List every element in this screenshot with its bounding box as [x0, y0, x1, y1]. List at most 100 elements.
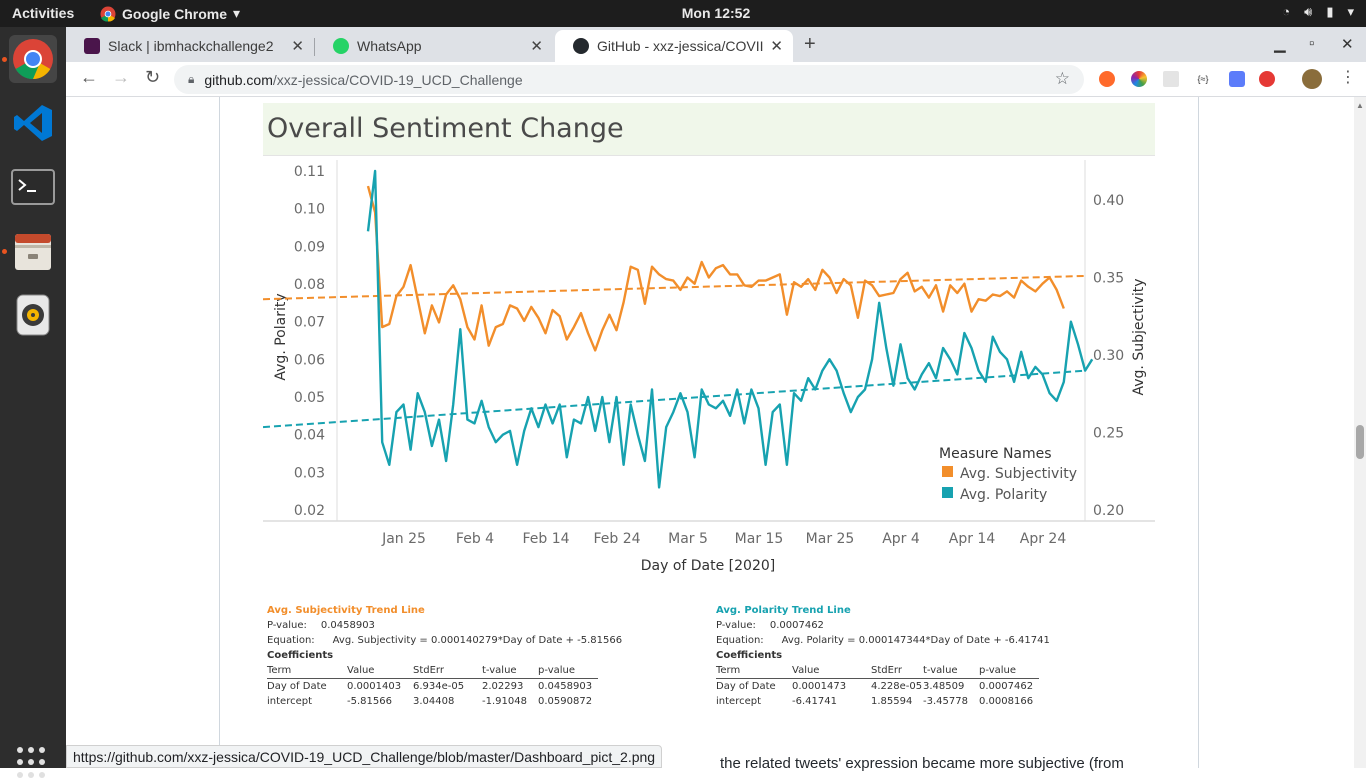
scrollbar-thumb[interactable] — [1356, 425, 1364, 459]
table-cell: 1.85594 — [871, 696, 913, 707]
series-lines — [366, 169, 1094, 489]
tab-slack[interactable]: Slack | ibmhackchallenge2 ✕ — [66, 30, 314, 62]
table-header-row: Term Value StdErr t-value p-value — [716, 663, 1039, 679]
x-tick-label: Mar 15 — [735, 531, 784, 547]
maximize-icon[interactable]: ▫ — [1309, 35, 1314, 52]
forward-arrow-icon[interactable]: → — [112, 67, 130, 88]
close-icon[interactable]: ✕ — [291, 37, 304, 55]
table-cell: -6.41741 — [792, 696, 837, 707]
legend-swatch-polarity — [942, 487, 953, 498]
table-cell: -1.91048 — [482, 696, 527, 707]
back-arrow-icon[interactable]: ← — [80, 67, 98, 88]
scrollbar[interactable]: ▲ — [1354, 97, 1366, 768]
dock-rhythmbox[interactable] — [9, 291, 57, 339]
subjectivity-trend-title: Avg. Subjectivity Trend Line — [267, 605, 425, 616]
wifi-icon: ◔ — [1282, 4, 1291, 19]
system-tray[interactable]: ◔ 🔊︎ ▮ ▾ — [1282, 4, 1354, 20]
equation-label: Equation: — [716, 635, 764, 646]
left-tick-label: 0.09 — [294, 239, 325, 255]
url-host: github.com — [204, 71, 273, 88]
table-row: Day of Date 0.0001403 6.934e-05 2.02293 … — [267, 679, 598, 695]
legend-item-polarity: Avg. Polarity — [960, 487, 1047, 503]
dashboard-title: Overall Sentiment Change — [263, 103, 1155, 155]
table-row: Day of Date 0.0001473 4.228e-05 3.48509 … — [716, 679, 1039, 695]
chrome-icon — [13, 39, 53, 79]
table-cell: 0.0001473 — [792, 681, 847, 692]
coefficients-label: Coefficients — [716, 650, 783, 661]
right-tick-label: 0.25 — [1093, 426, 1124, 442]
battery-icon: ▮ — [1326, 4, 1334, 19]
close-icon[interactable]: ✕ — [770, 37, 783, 55]
right-tick-label: 0.35 — [1093, 271, 1124, 287]
column-header: Value — [347, 663, 413, 679]
dock — [0, 27, 66, 778]
left-tick-label: 0.04 — [294, 428, 325, 444]
left-axis-label: Avg. Polarity — [273, 293, 289, 380]
dock-terminal[interactable] — [9, 163, 57, 211]
legend-item-subjectivity: Avg. Subjectivity — [960, 466, 1077, 482]
address-bar[interactable]: 🔒︎ github.com /xxz-jessica/COVID-19_UCD_… — [174, 65, 1084, 94]
eyedropper-extension-icon[interactable] — [1229, 71, 1245, 87]
table-cell: 3.48509 — [923, 681, 965, 692]
right-tick-label: 0.30 — [1093, 348, 1124, 364]
table-cell: 3.04408 — [413, 696, 455, 707]
bookmark-star-icon[interactable]: ☆ — [1055, 69, 1070, 89]
tab-github[interactable]: GitHub - xxz-jessica/COVII ✕ — [555, 30, 793, 62]
scroll-up-icon[interactable]: ▲ — [1356, 101, 1364, 110]
tab-whatsapp[interactable]: WhatsApp ✕ — [315, 30, 553, 62]
right-axis-ticks: 0.40 0.35 0.30 0.25 0.20 — [1093, 193, 1124, 519]
color-picker-extension-icon[interactable] — [1131, 71, 1147, 87]
lock-icon: 🔒︎ — [188, 72, 195, 86]
table-cell: -3.45778 — [923, 696, 968, 707]
x-tick-label: Jan 25 — [381, 531, 426, 547]
whatsapp-icon — [333, 38, 349, 54]
menu-dots-icon[interactable]: ⋮ — [1340, 67, 1356, 87]
left-tick-label: 0.03 — [294, 465, 325, 481]
terminal-icon — [11, 169, 55, 205]
left-tick-label: 0.07 — [294, 315, 325, 331]
avatar[interactable] — [1302, 69, 1322, 89]
table-cell: 0.0458903 — [538, 681, 593, 692]
files-icon — [15, 234, 51, 270]
pvalue: 0.0007462 — [769, 620, 824, 631]
extension-icon[interactable] — [1163, 71, 1179, 87]
json-extension-icon[interactable]: {≈} — [1195, 71, 1211, 87]
reload-icon[interactable]: ↻ — [145, 67, 160, 88]
legend-swatch-subjectivity — [942, 466, 953, 477]
x-tick-label: Apr 14 — [949, 531, 996, 547]
tab-title: Slack | ibmhackchallenge2 — [108, 38, 274, 54]
x-tick-label: Feb 14 — [522, 531, 569, 547]
x-tick-label: Apr 24 — [1020, 531, 1067, 547]
pvalue-label: P-value: — [267, 620, 307, 631]
clock[interactable]: Mon 12:52 — [0, 5, 1366, 21]
pvalue: 0.0458903 — [320, 620, 375, 631]
dock-files[interactable] — [9, 227, 57, 275]
equation: Avg. Subjectivity = 0.000140279*Day of D… — [332, 635, 623, 646]
left-tick-label: 0.05 — [294, 390, 325, 406]
extension-icon[interactable] — [1099, 71, 1115, 87]
new-tab-button[interactable]: + — [804, 33, 816, 56]
opera-extension-icon[interactable] — [1259, 71, 1275, 87]
close-window-icon[interactable]: ✕ — [1341, 35, 1354, 53]
dock-chrome[interactable] — [9, 35, 57, 83]
tab-title: WhatsApp — [357, 38, 422, 54]
show-applications-icon[interactable] — [17, 747, 49, 779]
left-tick-label: 0.11 — [294, 164, 325, 180]
legend: Measure Names Avg. Subjectivity Avg. Pol… — [939, 446, 1077, 503]
right-tick-label: 0.40 — [1093, 193, 1124, 209]
dock-vscode[interactable] — [9, 99, 57, 147]
x-axis-label: Day of Date [2020] — [641, 558, 776, 574]
left-tick-label: 0.02 — [294, 503, 325, 519]
x-tick-label: Mar 25 — [806, 531, 855, 547]
url-path: /xxz-jessica/COVID-19_UCD_Challenge — [272, 71, 523, 88]
trend-line — [263, 369, 1086, 429]
sentiment-chart: 0.11 0.10 0.09 0.08 0.07 0.06 0.05 0.04 0.03 0.02… — [263, 155, 1155, 574]
left-tick-label: 0.10 — [294, 202, 325, 218]
table-cell: 2.02293 — [482, 681, 524, 692]
table-cell: 0.0007462 — [979, 681, 1034, 692]
pvalue-label: P-value: — [716, 620, 756, 631]
table-cell: intercept — [267, 696, 312, 707]
close-icon[interactable]: ✕ — [530, 37, 543, 55]
minimize-icon[interactable]: ▁ — [1274, 35, 1286, 53]
browser-toolbar: ← → ↻ 🔒︎ github.com /xxz-jessica/COVID-1… — [66, 62, 1366, 97]
